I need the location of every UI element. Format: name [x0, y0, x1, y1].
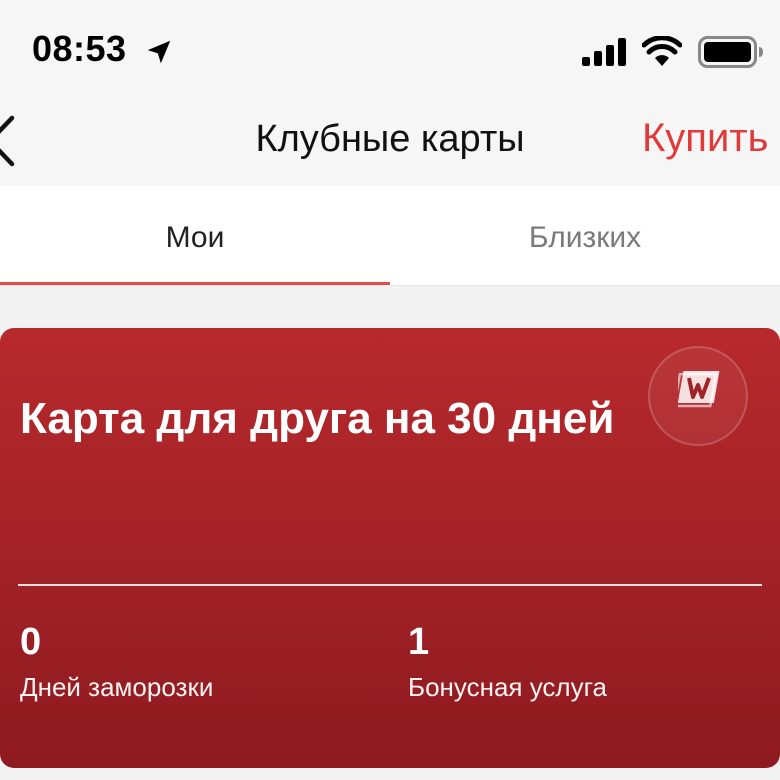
- status-time: 08:53: [32, 28, 127, 69]
- bonus-service-stat: 1 Бонусная услуга: [408, 620, 607, 703]
- nav-bar: Клубные карты Купить: [0, 100, 780, 186]
- buy-button[interactable]: Купить: [642, 116, 768, 161]
- bonus-service-value: 1: [408, 621, 430, 663]
- w-logo-icon: [678, 371, 720, 408]
- status-bar: 08:53: [0, 0, 780, 100]
- freeze-days-label: Дней заморозки: [20, 672, 214, 702]
- tab-close-ones[interactable]: Близких: [390, 186, 780, 286]
- tabs-divider: [0, 285, 780, 286]
- bonus-service-label: Бонусная услуга: [408, 672, 607, 702]
- location-arrow-icon: [147, 40, 171, 64]
- cellular-signal-icon: [582, 38, 626, 66]
- freeze-days-value: 0: [20, 621, 42, 663]
- card-divider: [18, 584, 762, 586]
- club-card[interactable]: Карта для друга на 30 дней 0 Дней заморо…: [0, 328, 780, 768]
- card-title: Карта для друга на 30 дней: [20, 394, 615, 443]
- freeze-days-stat: 0 Дней заморозки: [20, 620, 213, 703]
- wifi-icon: [642, 36, 682, 66]
- screen: 08:53 Клубные карты Купить Мои Близких К…: [0, 0, 780, 780]
- tab-bar: Мои Близких: [0, 186, 780, 286]
- tab-mine[interactable]: Мои: [0, 186, 390, 286]
- brand-logo: [648, 346, 748, 446]
- battery-icon: [698, 36, 763, 68]
